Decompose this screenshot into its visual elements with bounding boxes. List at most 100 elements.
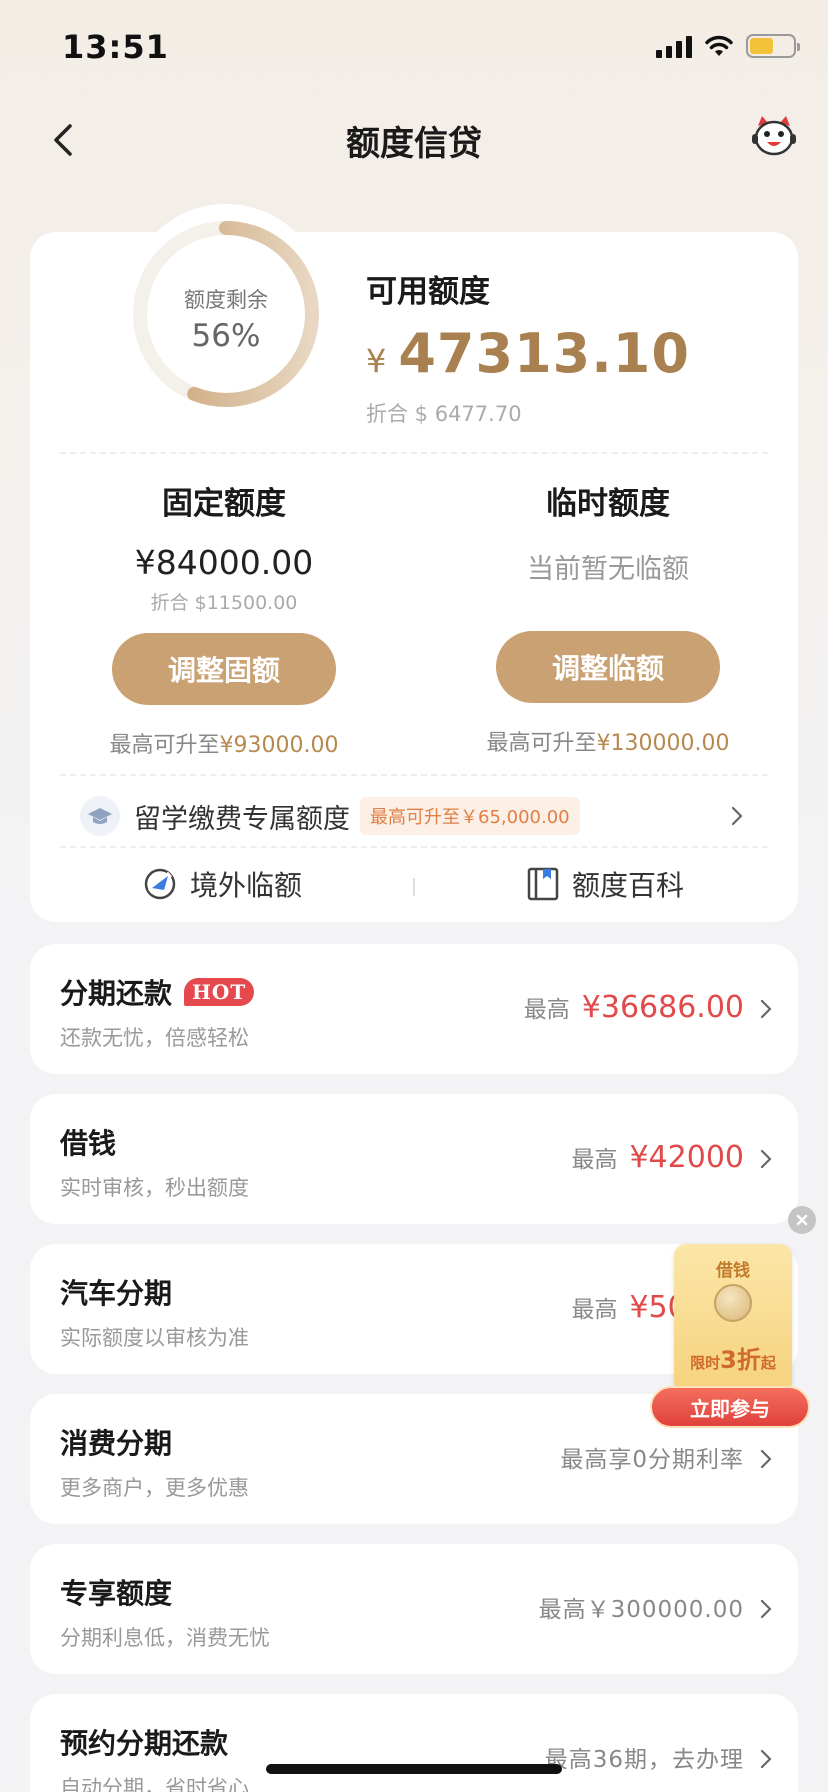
- product-title-text: 借钱: [60, 1127, 117, 1160]
- signal-icon: [656, 34, 692, 58]
- borrow-promo-widget[interactable]: 借钱 限时3折起 立即参与: [650, 1240, 810, 1430]
- overseas-temp-credit-label: 境外临额: [190, 869, 303, 902]
- chevron-right-icon: [760, 1449, 772, 1469]
- product-subtitle: 分期利息低，消费无忧: [60, 1626, 270, 1650]
- temporary-credit-column: 临时额度 当前暂无临额 调整临额 最高可升至¥130000.00: [438, 478, 778, 757]
- mascot-service-icon[interactable]: [750, 112, 798, 160]
- product-title-text: 专享额度: [60, 1577, 173, 1610]
- status-time: 13:51: [62, 28, 169, 66]
- coin-icon: [714, 1284, 752, 1322]
- discount-prefix: 限时: [690, 1354, 721, 1372]
- product-title-text: 预约分期还款: [60, 1727, 229, 1760]
- fixed-credit-usd: 折合 $11500.00: [150, 592, 298, 614]
- fixed-credit-column: 固定额度 ¥84000.00 折合 $11500.00 调整固额 最高可升至¥9…: [54, 478, 394, 759]
- link-divider: [413, 878, 415, 896]
- product-amount: 最高享0分期利率: [560, 1440, 744, 1474]
- product-title: 预约分期还款: [60, 1722, 228, 1762]
- graduation-cap-icon: [80, 796, 120, 836]
- nav-bar: 额度信贷: [0, 100, 828, 180]
- bottom-links: 境外临额 额度百科: [30, 856, 798, 916]
- adjust-fixed-button[interactable]: 调整固额: [112, 633, 336, 705]
- product-right-text: 最高36期，去办理: [544, 1747, 744, 1773]
- chevron-right-icon: [731, 806, 743, 826]
- temporary-max-value: ¥130000.00: [596, 731, 730, 756]
- credit-encyclopedia-label: 额度百科: [572, 869, 685, 902]
- ring-percentage: 56%: [191, 318, 261, 354]
- page-title: 额度信贷: [346, 124, 482, 164]
- product-title: 分期还款 HOT: [60, 972, 255, 1012]
- fixed-max: 最高可升至¥93000.00: [54, 727, 394, 759]
- amount-value: ¥36686.00: [581, 990, 744, 1025]
- fixed-max-value: ¥93000.00: [219, 733, 339, 758]
- divider: [60, 846, 768, 848]
- product-title: 专享额度: [60, 1572, 172, 1612]
- product-subtitle: 实际额度以审核为准: [60, 1326, 249, 1350]
- product-subtitle: 实时审核，秒出额度: [60, 1176, 249, 1200]
- credit-encyclopedia-link[interactable]: 额度百科: [526, 864, 684, 904]
- home-indicator: [266, 1764, 562, 1774]
- status-bar: 13:51: [0, 0, 828, 100]
- credit-summary-card: 额度剩余 56% 可用额度 ¥ 47313.10 折合 $ 6477.70 固定…: [30, 204, 798, 922]
- ring-label: 额度剩余: [184, 288, 268, 312]
- currency-symbol: ¥: [366, 342, 387, 380]
- book-icon: [527, 867, 559, 901]
- chevron-right-icon: [760, 1749, 772, 1769]
- promo-discount: 限时3折起: [674, 1340, 792, 1375]
- fixed-max-prefix: 最高可升至: [109, 733, 220, 758]
- chevron-right-icon: [760, 1149, 772, 1169]
- close-icon: [796, 1214, 808, 1226]
- discount-suffix: 起: [760, 1354, 776, 1372]
- promo-close-button[interactable]: [788, 1206, 816, 1234]
- red-envelope: 借钱 限时3折起: [674, 1244, 792, 1394]
- product-title: 汽车分期: [60, 1272, 172, 1312]
- temporary-credit-empty: 当前暂无临额: [527, 554, 689, 585]
- product-right-text: 最高享0分期利率: [560, 1447, 744, 1473]
- product-amount: 最高 ¥36686.00: [524, 990, 744, 1025]
- product-subtitle: 自动分期，省时省心: [60, 1776, 249, 1792]
- product-title: 借钱: [60, 1122, 116, 1162]
- fixed-credit-title: 固定额度: [162, 486, 286, 522]
- product-title-text: 分期还款: [60, 977, 173, 1010]
- available-amount-value: 47313.10: [398, 322, 690, 385]
- product-subtitle: 还款无忧，倍感轻松: [60, 1026, 249, 1050]
- product-amount: 最高 ¥42000: [571, 1140, 744, 1175]
- study-abroad-credit-row[interactable]: 留学缴费专属额度 最高可升至￥65,000.00: [80, 788, 748, 844]
- amount-prefix: 最高: [523, 997, 570, 1023]
- promo-title: 借钱: [716, 1261, 750, 1281]
- ring-text: 额度剩余 56%: [122, 284, 330, 354]
- amount-prefix: 最高: [571, 1297, 618, 1323]
- divider: [60, 774, 768, 776]
- temporary-max: 最高可升至¥130000.00: [438, 725, 778, 757]
- installment-repayment-card[interactable]: 分期还款 HOT 还款无忧，倍感轻松 最高 ¥36686.00: [30, 944, 798, 1074]
- status-icons: [656, 34, 800, 58]
- divider: [60, 452, 768, 454]
- amount-prefix: 最高: [571, 1147, 618, 1173]
- available-usd: 折合 $ 6477.70: [366, 402, 522, 426]
- scheduled-installment-card[interactable]: 预约分期还款 自动分期，省时省心 最高36期，去办理: [30, 1694, 798, 1792]
- study-abroad-badge: 最高可升至￥65,000.00: [360, 797, 580, 835]
- product-amount: 最高36期，去办理: [545, 1740, 744, 1774]
- fixed-credit-amount: ¥84000.00: [134, 543, 314, 582]
- available-credit-label: 可用额度: [366, 274, 490, 310]
- chevron-right-icon: [760, 1599, 772, 1619]
- discount-value: 3折: [720, 1346, 761, 1374]
- available-credit-amount: ¥ 47313.10: [366, 322, 690, 385]
- product-amount: 最高￥300000.00: [539, 1590, 744, 1624]
- study-abroad-label: 留学缴费专属额度: [134, 803, 350, 835]
- borrow-money-card[interactable]: 借钱 实时审核，秒出额度 最高 ¥42000: [30, 1094, 798, 1224]
- product-title: 消费分期: [60, 1422, 172, 1462]
- adjust-temporary-button[interactable]: 调整临额: [496, 631, 720, 703]
- exclusive-credit-card[interactable]: 专享额度 分期利息低，消费无忧 最高￥300000.00: [30, 1544, 798, 1674]
- product-title-text: 消费分期: [60, 1427, 173, 1460]
- wifi-icon: [705, 35, 733, 56]
- join-now-button[interactable]: 立即参与: [650, 1386, 810, 1428]
- temporary-max-prefix: 最高可升至: [486, 731, 597, 756]
- temporary-credit-title: 临时额度: [546, 486, 670, 522]
- hot-badge: HOT: [184, 978, 255, 1006]
- product-title-text: 汽车分期: [60, 1277, 173, 1310]
- airplane-globe-icon: [144, 868, 176, 900]
- overseas-temp-credit-link[interactable]: 境外临额: [142, 864, 302, 904]
- product-right-text: 最高￥300000.00: [538, 1597, 744, 1623]
- chevron-right-icon: [760, 999, 772, 1019]
- amount-value: ¥42000: [629, 1140, 744, 1175]
